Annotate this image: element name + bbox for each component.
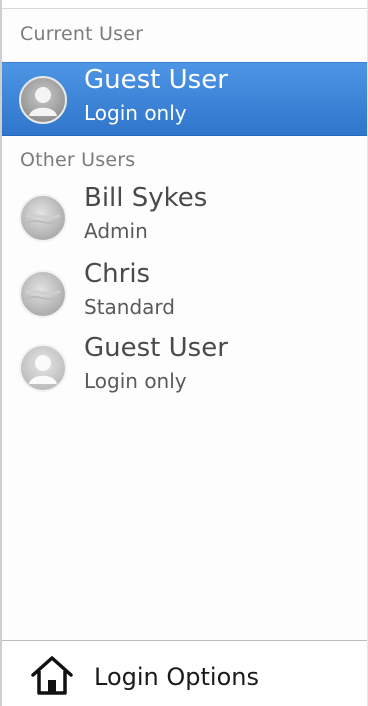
- user-name: Chris: [84, 259, 151, 289]
- current-user-row[interactable]: Guest User Login only: [2, 62, 367, 136]
- user-picture-icon: [18, 269, 68, 319]
- user-role: Admin: [84, 219, 148, 243]
- users-panel: Current User Guest User Login only Other…: [0, 0, 368, 706]
- person-silhouette-icon: [18, 75, 68, 125]
- user-name: Bill Sykes: [84, 183, 208, 213]
- other-users-header: Other Users: [20, 149, 136, 171]
- user-name: Guest User: [84, 65, 228, 95]
- login-options-button[interactable]: Login Options: [20, 653, 320, 699]
- user-row-guest-user[interactable]: Guest User Login only: [2, 331, 367, 405]
- person-silhouette-icon: [18, 343, 68, 393]
- user-name: Guest User: [84, 333, 228, 363]
- footer-bar: Login Options: [2, 640, 367, 706]
- user-row-chris[interactable]: Chris Standard: [2, 257, 367, 331]
- user-role: Login only: [84, 101, 187, 125]
- user-picture-icon: [18, 193, 68, 243]
- login-options-label: Login Options: [94, 663, 259, 691]
- user-role: Login only: [84, 369, 187, 393]
- users-list: Current User Guest User Login only Other…: [2, 8, 367, 639]
- user-role: Standard: [84, 295, 175, 319]
- current-user-header: Current User: [20, 23, 144, 45]
- house-icon: [30, 653, 74, 697]
- user-row-bill-sykes[interactable]: Bill Sykes Admin: [2, 181, 367, 255]
